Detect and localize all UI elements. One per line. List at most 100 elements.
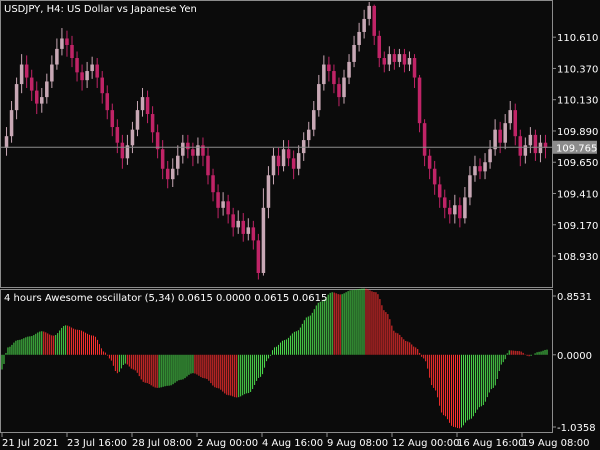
candle-body: [483, 162, 487, 172]
candle-body: [306, 129, 311, 141]
candle-body: [352, 44, 356, 62]
candle-body: [160, 149, 165, 169]
candle-body: [40, 97, 44, 104]
price-tick-label: 109.410: [557, 190, 598, 201]
time-tick-label: 23 Jul 16:00: [67, 438, 127, 449]
oscillator-tick-label: 0.8531: [557, 292, 592, 303]
candle-body: [191, 149, 195, 156]
candle-body: [432, 168, 437, 185]
candle-body: [322, 64, 326, 85]
candle-body: [29, 77, 34, 91]
oscillator-title: 4 hours Awesome oscillator (5,34) 0.0615…: [4, 293, 327, 304]
time-tick-label: 4 Aug 16:00: [262, 438, 323, 449]
candle-body: [518, 136, 523, 156]
candle-body: [95, 64, 99, 78]
candle-body: [135, 110, 140, 130]
candle-body: [387, 54, 392, 65]
candle-body: [498, 129, 502, 143]
candle-body: [528, 134, 533, 146]
time-tick-label: 2 Aug 00:00: [197, 438, 258, 449]
candle-body: [437, 184, 442, 198]
candle-body: [14, 84, 19, 111]
price-tick-label: 110.610: [557, 33, 598, 44]
candle-body: [216, 192, 220, 208]
time-tick-label: 28 Jul 08:00: [132, 438, 192, 449]
candle-body: [488, 149, 492, 163]
candle-body: [286, 149, 291, 159]
chart-background: [0, 0, 600, 450]
candle-body: [357, 31, 361, 45]
candle-body: [493, 129, 497, 150]
candle-body: [377, 35, 382, 59]
candle-body: [271, 155, 276, 176]
candle-body: [50, 64, 54, 82]
current-price-tag: 109.765: [553, 140, 597, 154]
time-tick-label: 21 Jul 2021: [2, 438, 59, 449]
candle-body: [206, 155, 210, 176]
candle-body: [417, 77, 422, 124]
candle-body: [34, 90, 39, 104]
candle-body: [266, 175, 271, 208]
candle-body: [105, 93, 110, 111]
candle-body: [362, 18, 366, 32]
candle-body: [9, 110, 14, 137]
candle-body: [458, 205, 462, 219]
candle-body: [397, 54, 402, 62]
candle-body: [256, 240, 261, 273]
candle-body: [130, 129, 135, 146]
candle-body: [367, 5, 371, 19]
candle-body: [337, 84, 341, 98]
candle-body: [382, 58, 387, 65]
candle-body: [221, 201, 225, 208]
candle-body: [150, 114, 155, 133]
candle-body: [75, 58, 79, 73]
candle-body: [327, 64, 331, 72]
candle-body: [372, 5, 376, 36]
candle-body: [155, 132, 160, 150]
price-tick-label: 109.170: [557, 221, 598, 232]
candle-body: [85, 71, 89, 81]
candle-body: [145, 97, 150, 115]
candle-body: [170, 168, 175, 180]
candle-body: [508, 110, 512, 124]
candle-body: [332, 71, 336, 85]
candle-body: [65, 38, 69, 45]
candle-body: [533, 134, 538, 154]
candle-body: [473, 166, 477, 176]
time-tick-label: 19 Aug 08:00: [522, 438, 589, 449]
candle-body: [24, 64, 29, 78]
time-tick-label: 9 Aug 08:00: [327, 438, 388, 449]
candle-body: [478, 166, 482, 172]
candle-body: [402, 54, 407, 65]
candle-body: [317, 84, 321, 111]
candle-body: [19, 64, 24, 85]
chart-canvas[interactable]: USDJPY, H4: US Dollar vs Japanese Yen 11…: [0, 0, 600, 450]
candle-body: [427, 155, 432, 169]
candle-body: [110, 110, 115, 128]
price-tick-label: 110.130: [557, 96, 598, 107]
candle-body: [301, 140, 306, 154]
candle-body: [453, 205, 457, 215]
candle-body: [538, 142, 543, 154]
candle-body: [503, 123, 507, 143]
price-tick-label: 108.930: [557, 252, 598, 263]
candle-body: [140, 97, 145, 111]
oscillator-tick-label: 0.0000: [557, 351, 592, 362]
candle-body: [347, 61, 351, 78]
price-tick-label: 110.370: [557, 64, 598, 75]
candle-body: [186, 142, 190, 150]
candle-body: [468, 175, 472, 198]
candle-body: [231, 214, 235, 228]
candle-body: [100, 77, 104, 94]
candle-body: [261, 207, 266, 273]
candle-body: [291, 158, 296, 169]
candle-body: [211, 175, 215, 193]
candle-body: [181, 142, 185, 156]
candle-body: [55, 48, 59, 65]
candle-body: [442, 197, 447, 208]
candle-body: [392, 54, 397, 62]
candle-body: [251, 227, 256, 241]
candle-body: [80, 72, 84, 81]
candle-body: [448, 207, 452, 215]
price-chart-title: USDJPY, H4: US Dollar vs Japanese Yen: [4, 4, 197, 15]
